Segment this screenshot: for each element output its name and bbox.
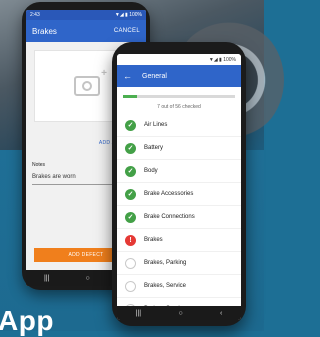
check-icon: ✓ bbox=[125, 142, 136, 154]
check-item-label: Body bbox=[144, 168, 158, 174]
empty-circle-icon bbox=[125, 257, 136, 269]
right-phone: ▼◢ ▮ 100% ← General 7 out of 56 checked … bbox=[112, 42, 246, 326]
status-time: 2:43 bbox=[30, 12, 40, 18]
check-item[interactable]: ✓ Battery bbox=[117, 137, 241, 160]
app-bar: ← General bbox=[117, 65, 241, 87]
back-nav-icon[interactable]: ‹ bbox=[220, 310, 222, 317]
check-item-label: Brake Accessories bbox=[144, 191, 194, 197]
check-item-label: Air Lines bbox=[144, 122, 168, 128]
check-item-label: Battery bbox=[144, 145, 164, 151]
check-item-label: Brake Connections bbox=[144, 214, 195, 220]
cancel-button[interactable]: CANCEL bbox=[114, 28, 140, 34]
progress-text: 7 out of 56 checked bbox=[157, 104, 201, 110]
check-icon: ✓ bbox=[125, 165, 136, 177]
progress-fill bbox=[123, 95, 137, 98]
home-icon[interactable]: ○ bbox=[85, 275, 89, 282]
check-icon: ✓ bbox=[125, 188, 136, 200]
page-title: Brakes bbox=[32, 26, 57, 36]
status-icons: ▼◢ ▮ 100% bbox=[114, 12, 142, 18]
right-phone-screen: ▼◢ ▮ 100% ← General 7 out of 56 checked … bbox=[117, 54, 241, 320]
status-icons: ▼◢ ▮ 100% bbox=[208, 56, 236, 63]
recents-icon[interactable]: ||| bbox=[44, 275, 49, 282]
back-arrow-icon[interactable]: ← bbox=[123, 71, 132, 81]
check-item[interactable]: ✓ Air Lines bbox=[117, 114, 241, 137]
check-item[interactable]: ✓ Body bbox=[117, 160, 241, 183]
status-bar: 2:43 ▼◢ ▮ 100% bbox=[26, 10, 146, 20]
add-camera-icon bbox=[74, 68, 107, 96]
check-item-label: Brakes, Service bbox=[144, 283, 187, 289]
app-bar: Brakes CANCEL bbox=[26, 20, 146, 42]
status-bar: ▼◢ ▮ 100% bbox=[117, 54, 241, 65]
check-item[interactable]: ✓ Brake Accessories bbox=[117, 183, 241, 206]
check-item-label: Brakes, Parking bbox=[144, 260, 187, 266]
alert-icon: ! bbox=[125, 234, 136, 246]
check-item[interactable]: Brakes, Parking bbox=[117, 252, 241, 275]
app-heading: App bbox=[0, 305, 54, 336]
recents-icon[interactable]: ||| bbox=[136, 310, 141, 317]
check-icon: ✓ bbox=[125, 119, 136, 131]
home-icon[interactable]: ○ bbox=[178, 310, 182, 317]
empty-circle-icon bbox=[125, 280, 136, 292]
check-list: ✓ Air Lines ✓ Battery ✓ Body ✓ Brake Accessorie… bbox=[117, 114, 241, 320]
check-icon: ✓ bbox=[125, 211, 136, 223]
check-item[interactable]: Brakes, Service bbox=[117, 275, 241, 298]
progress-bar bbox=[123, 95, 235, 98]
check-item[interactable]: ✓ Brake Connections bbox=[117, 206, 241, 229]
check-item-label: Brakes bbox=[144, 237, 163, 243]
page-title: General bbox=[142, 72, 167, 80]
nav-bar: ||| ○ ‹ bbox=[117, 306, 241, 320]
notes-label: Notes bbox=[32, 162, 46, 168]
check-item[interactable]: ! Brakes bbox=[117, 229, 241, 252]
